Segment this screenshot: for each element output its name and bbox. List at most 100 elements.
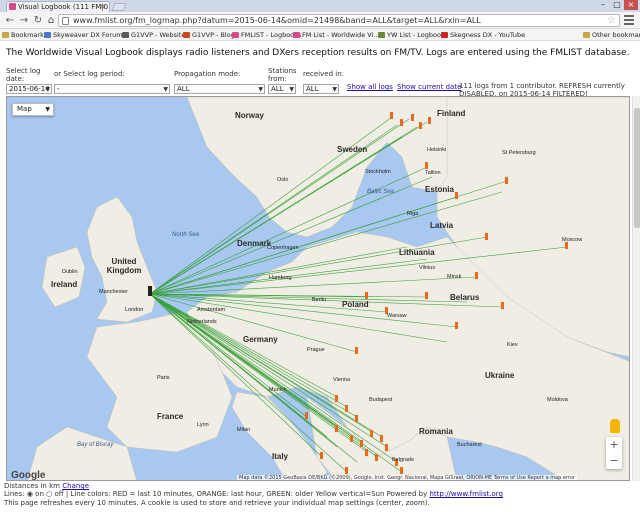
map-label-city: Munich <box>269 387 287 393</box>
home-icon[interactable]: ⌂ <box>45 15 57 27</box>
site-icon <box>183 32 190 38</box>
bookmark-item[interactable]: G1VVP - Blog <box>183 30 235 40</box>
site-icon <box>122 32 129 38</box>
map-label-city: Tallinn <box>425 170 441 176</box>
received-label: received in: <box>303 70 344 78</box>
map-label-country: United Kingdom <box>106 257 142 275</box>
bookmark-item[interactable]: Skegness DX - YouTube <box>441 30 525 40</box>
youtube-icon <box>441 32 448 38</box>
map-label-country: Italy <box>272 452 289 461</box>
distance-units: Distances in km Change <box>4 482 90 490</box>
map-label-country: Poland <box>342 300 369 309</box>
map-label-city: Berlin <box>312 297 327 303</box>
map-type-select[interactable]: Map ▼ <box>12 103 54 116</box>
propagation-select[interactable]: ALL ▼ <box>174 84 265 94</box>
fmlist-favicon-icon <box>293 32 300 38</box>
chevron-down-icon: ▼ <box>45 86 50 93</box>
fmlist-favicon-icon <box>9 3 16 10</box>
map-label-country: Estonia <box>425 185 454 194</box>
map-label-country: Germany <box>243 335 278 344</box>
map-label-country: Belarus <box>450 293 480 302</box>
lines-legend: Lines: ◉ on ○ off | Line colors: RED = l… <box>4 490 503 498</box>
browser-tabbar: Visual Logbook (111 FM|0 TV... × – □ × <box>0 0 640 12</box>
fmlist-link[interactable]: http://www.fmlist.org <box>429 490 502 498</box>
fmlist-favicon-icon <box>232 32 239 38</box>
bookmark-item[interactable]: FMLIST - Logbooks <box>232 30 301 40</box>
lines-on-radio[interactable]: ◉ <box>27 490 33 498</box>
change-units-link[interactable]: Change <box>62 482 89 490</box>
tab-title: Visual Logbook (111 FM|0 TV... <box>18 3 109 11</box>
back-icon[interactable]: ← <box>4 15 16 27</box>
reception-map[interactable]: Norway Sweden Finland Estonia Latvia Lit… <box>6 96 630 481</box>
page-scrollbar[interactable] <box>632 96 640 481</box>
map-label-city: Dublin <box>62 269 78 275</box>
forward-icon[interactable]: → <box>18 15 30 27</box>
map-label-sea: Baltic Sea <box>367 189 395 195</box>
show-all-logs-link[interactable]: Show all logs <box>347 83 393 91</box>
refresh-note: This page refreshes every 10 minutes. A … <box>4 499 430 507</box>
minimize-icon[interactable]: – <box>596 0 610 10</box>
reload-icon[interactable]: ↻ <box>32 15 44 27</box>
map-label-city: Helsinki <box>427 147 447 153</box>
map-label-city: Hamburg <box>269 275 292 281</box>
other-bookmarks[interactable]: Other bookmarks <box>583 30 640 40</box>
map-label-country: Ireland <box>51 280 78 289</box>
map-label-city: Vilnius <box>419 265 436 271</box>
bookmark-item[interactable]: Skyweaver DX Forum <box>44 30 123 40</box>
propagation-label: Propagation mode: <box>174 70 241 78</box>
map-label-country: Finland <box>437 109 466 118</box>
zoom-in-button[interactable]: + <box>606 437 622 453</box>
browser-tab[interactable]: Visual Logbook (111 FM|0 TV... × <box>6 1 110 12</box>
map-label-city: Vienna <box>333 377 351 383</box>
chevron-down-icon: ▼ <box>289 86 294 93</box>
map-label-country: Lithuania <box>399 248 435 257</box>
maximize-icon[interactable]: □ <box>610 0 624 10</box>
map-label-sea: Bay of Biscay <box>77 442 114 448</box>
map-label-city: Warsaw <box>387 313 407 319</box>
map-label-city: Kiev <box>507 342 518 348</box>
bookmark-item[interactable]: FM List - Worldwide Vi... <box>293 30 380 40</box>
menu-icon[interactable] <box>624 15 634 25</box>
zoom-out-button[interactable]: − <box>606 453 622 469</box>
bookmark-star-icon[interactable]: ☆ <box>607 15 616 26</box>
receiver-marker <box>148 286 152 296</box>
scrollbar-thumb[interactable] <box>634 108 640 228</box>
folder-icon <box>2 32 9 38</box>
map-label-country: Netherlands <box>187 319 217 325</box>
bookmark-item[interactable]: YW List - Logbook <box>378 30 445 40</box>
map-label-country: Moldova <box>547 397 568 403</box>
log-date-select[interactable]: 2015-06-14 ▼ <box>6 84 52 94</box>
new-tab-button[interactable] <box>111 3 127 11</box>
map-label-city: St Petersburg <box>502 150 536 156</box>
map-label-country: Norway <box>235 111 264 120</box>
address-bar[interactable]: www.fmlist.org/fm_logmap.php?datum=2015-… <box>58 14 620 27</box>
stations-label: Stations from: <box>268 67 297 83</box>
map-label-city: Manchester <box>99 289 128 295</box>
map-attribution: Map data ©2015 GeoBasis-DE/BKG (©2009), … <box>237 475 578 481</box>
map-label-city: Lyon <box>197 422 209 428</box>
close-window-icon[interactable]: × <box>624 0 638 10</box>
map-label-country: Latvia <box>430 221 454 230</box>
map-label-city: Belgrade <box>392 457 415 463</box>
received-select[interactable]: ALL ▼ <box>303 84 339 94</box>
chevron-down-icon: ▼ <box>332 86 337 93</box>
bookmark-item[interactable]: G1VVP - Website <box>122 30 185 40</box>
map-label-city: Minsk <box>447 274 462 280</box>
stations-select[interactable]: ALL ▼ <box>268 84 296 94</box>
map-label-city: Milan <box>237 427 251 433</box>
lines-off-radio[interactable]: ○ <box>46 490 52 498</box>
chevron-down-icon: ▼ <box>258 86 263 93</box>
street-view-pegman-icon[interactable] <box>610 419 620 433</box>
address-text: www.fmlist.org/fm_logmap.php?datum=2015-… <box>73 16 481 25</box>
bookmark-item[interactable]: Bookmarks <box>2 30 47 40</box>
map-label-country: Ukraine <box>485 371 515 380</box>
map-label-city: Budapest <box>369 397 393 403</box>
log-period-select[interactable]: - ▼ <box>54 84 170 94</box>
tab-close-icon[interactable]: × <box>99 2 106 12</box>
page-headline: The Worldwide Visual Logbook displays ra… <box>6 48 630 58</box>
map-label-city: Riga <box>407 211 419 217</box>
chevron-down-icon: ▼ <box>45 106 50 113</box>
map-label-city: London <box>125 307 144 313</box>
show-current-date-link[interactable]: Show current date <box>397 83 461 91</box>
map-label-city: Paris <box>157 375 170 381</box>
